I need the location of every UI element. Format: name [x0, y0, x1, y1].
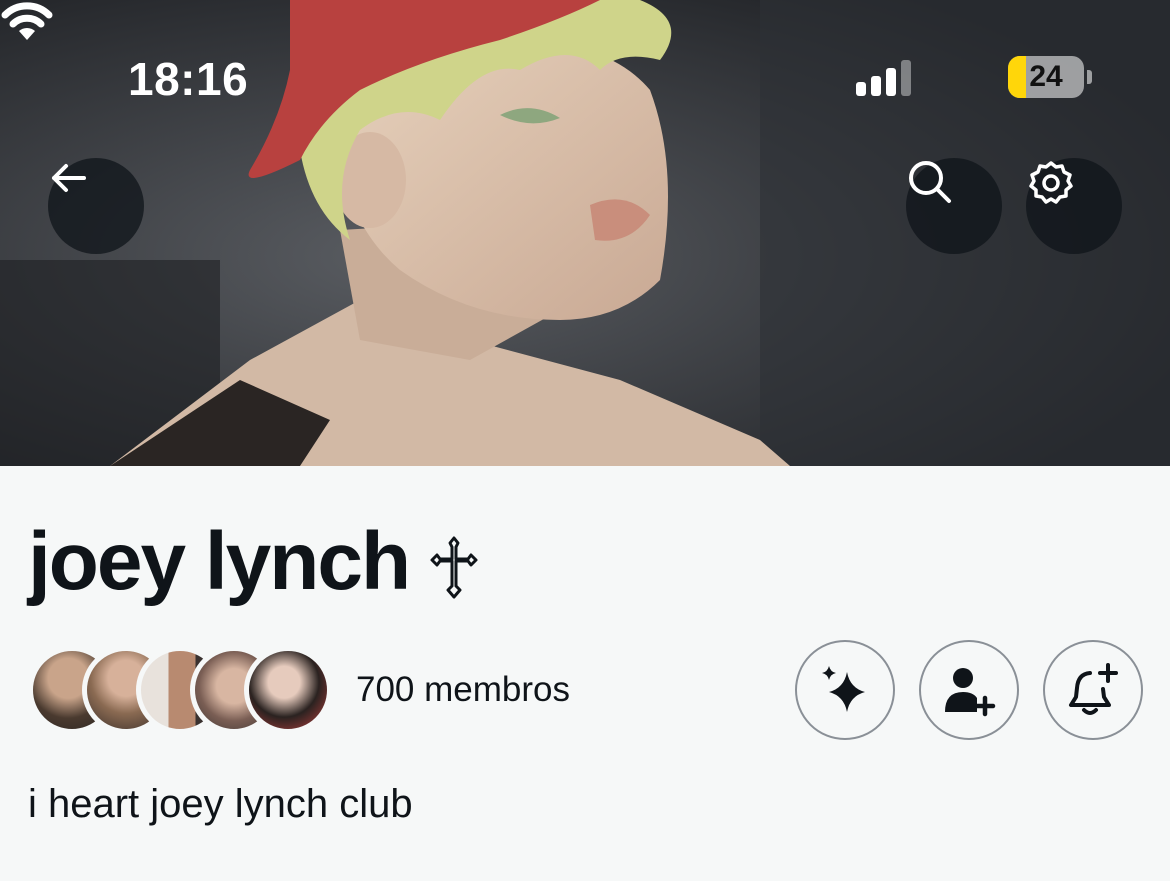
battery-percent: 24: [1029, 60, 1063, 93]
search-button[interactable]: [906, 158, 1002, 254]
community-description: i heart joey lynch club: [28, 782, 413, 826]
cross-icon: [430, 536, 478, 599]
battery-cap: [1087, 70, 1092, 84]
avatar: [244, 646, 332, 734]
back-button[interactable]: [48, 158, 144, 254]
search-icon: [909, 161, 951, 203]
sparkle-button[interactable]: [795, 640, 895, 740]
sparkle-icon: [822, 666, 865, 712]
wifi-icon: [1, 2, 53, 40]
status-time: 18:16: [128, 53, 249, 105]
battery-icon: 24: [1008, 56, 1084, 98]
banner-image: 18:16 24: [0, 0, 1170, 466]
settings-button[interactable]: [1026, 158, 1122, 254]
community-header: joey lynch: [28, 512, 479, 612]
gear-icon: [1029, 161, 1073, 204]
arrow-left-icon: [52, 164, 86, 192]
community-name: joey lynch: [28, 516, 411, 607]
cellular-signal-icon: [856, 58, 914, 96]
bell-add-icon: [1069, 663, 1118, 715]
person-add-icon: [945, 668, 996, 717]
members-row[interactable]: 700 membros: [28, 644, 570, 736]
add-member-button[interactable]: [919, 640, 1019, 740]
community-page: 18:16 24 joey lynch 700 membros i heart …: [0, 0, 1170, 881]
member-avatars[interactable]: [28, 644, 334, 736]
member-count[interactable]: 700 membros: [356, 670, 570, 710]
notifications-button[interactable]: [1043, 640, 1143, 740]
